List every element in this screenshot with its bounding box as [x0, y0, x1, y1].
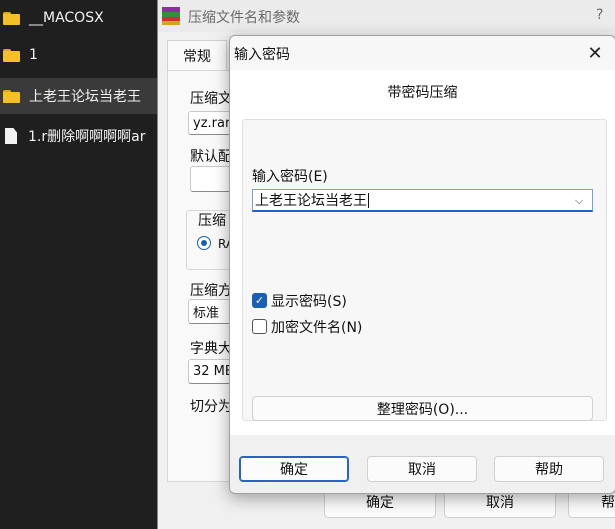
password-ok-button[interactable]: 确定 — [239, 456, 349, 482]
encrypt-filenames-label[interactable]: 加密文件名(N) — [271, 317, 362, 337]
default-profile-label: 默认配 — [190, 149, 232, 165]
password-dialog-header: 带密码压缩 — [387, 85, 458, 101]
enter-password-label: 输入密码(E) — [252, 169, 328, 185]
password-cancel-button[interactable]: 取消 — [367, 456, 477, 482]
organize-passwords-button[interactable]: 整理密码(O)... — [252, 396, 593, 421]
password-dialog-title: 输入密码 — [234, 47, 290, 63]
encrypt-filenames-checkbox[interactable] — [252, 319, 267, 334]
password-dialog-titlebar: 输入密码 ✕ — [230, 36, 615, 70]
show-password-label[interactable]: 显示密码(S) — [271, 291, 347, 311]
file-item-rar[interactable]: 1.r删除啊啊啊啊ar — [0, 118, 157, 154]
password-help-button[interactable]: 帮助 — [494, 456, 604, 482]
winrar-icon — [162, 7, 180, 25]
file-item-macosx[interactable]: __MACOSX — [0, 0, 157, 36]
dictionary-size-label: 字典大 — [190, 341, 232, 357]
archive-format-label: 压缩 — [198, 213, 226, 229]
archive-dialog-title: 压缩文件名和参数 — [188, 10, 300, 26]
show-password-checkbox[interactable]: ✓ — [252, 293, 267, 308]
password-input-value: 上老王论坛当老王 — [255, 193, 367, 209]
folder-icon — [3, 89, 20, 103]
file-item-label: 上老王论坛当老王 — [29, 89, 141, 105]
password-panel — [242, 119, 607, 421]
compression-method-label: 压缩方 — [190, 283, 232, 299]
folder-icon — [3, 11, 20, 25]
file-item-1[interactable]: 1 — [0, 37, 157, 73]
folder-icon — [3, 48, 20, 62]
chevron-down-icon[interactable]: ⌵ — [575, 194, 583, 208]
password-dialog: 输入密码 ✕ 带密码压缩 输入密码(E) 上老王论坛当老王 ⌵ ✓ 显示密码(S… — [229, 35, 615, 494]
file-item-label: 1 — [29, 47, 38, 63]
close-icon[interactable]: ✕ — [582, 40, 608, 66]
file-list-pane: __MACOSX 1 上老王论坛当老王 1.r删除啊啊啊啊ar — [0, 0, 157, 529]
password-input[interactable]: 上老王论坛当老王 — [252, 189, 593, 212]
split-volumes-label: 切分为 — [190, 399, 232, 415]
file-item-laowang[interactable]: 上老王论坛当老王 — [0, 78, 157, 114]
help-icon[interactable]: ? — [596, 7, 603, 23]
file-item-label: __MACOSX — [29, 10, 104, 26]
file-item-label: 1.r删除啊啊啊啊ar — [28, 129, 146, 145]
archive-name-label: 压缩文 — [190, 91, 232, 107]
archive-dialog-titlebar: 压缩文件名和参数 ? — [158, 0, 615, 32]
format-rar-radio[interactable] — [197, 236, 211, 250]
tab-general[interactable]: 常规 — [167, 40, 227, 71]
document-icon — [5, 128, 17, 144]
